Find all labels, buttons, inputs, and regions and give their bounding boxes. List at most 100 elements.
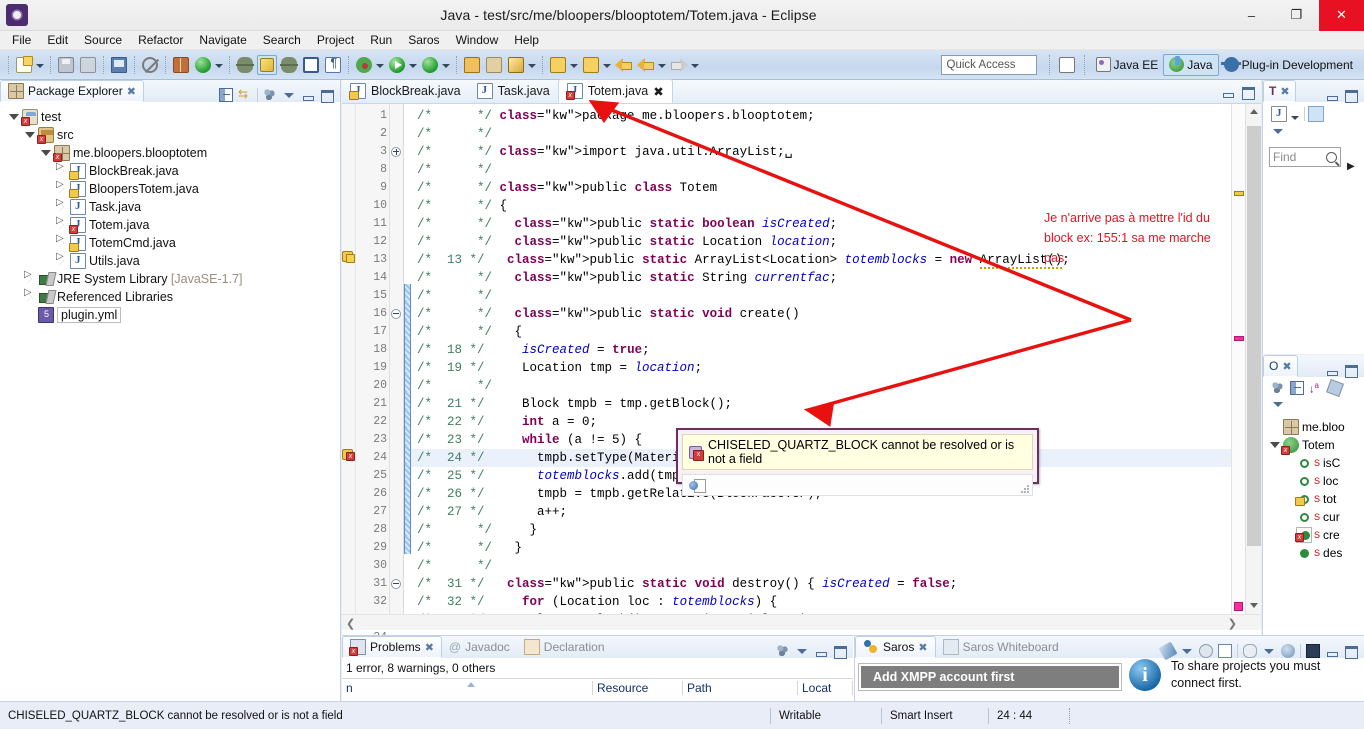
menu-saros[interactable]: Saros	[400, 32, 447, 48]
external-tools-dropdown-icon[interactable]	[441, 55, 450, 75]
menu-navigate[interactable]: Navigate	[191, 32, 254, 48]
code-line[interactable]: /* */ }	[411, 539, 1231, 557]
minimize-view-icon[interactable]	[1325, 88, 1339, 102]
new-wizard-dropdown-icon[interactable]	[35, 55, 44, 75]
outline-item-des[interactable]: Sdes	[1267, 544, 1364, 562]
expand-arrow-icon[interactable]	[8, 112, 19, 123]
focus-on-active-task-icon[interactable]	[1271, 381, 1285, 395]
close-button[interactable]: ✕	[1319, 0, 1364, 31]
fold-collapse-icon[interactable]	[390, 575, 403, 593]
scroll-up-arrow-icon[interactable]	[1250, 109, 1258, 114]
print-icon[interactable]	[109, 55, 129, 75]
code-line[interactable]: /* */ {	[411, 323, 1231, 341]
preferences-list-icon[interactable]	[1218, 644, 1232, 658]
close-icon[interactable]: ✖	[127, 85, 136, 98]
outline-item-totem[interactable]: x Totem	[1267, 436, 1364, 455]
view-menu-icon[interactable]	[1271, 124, 1285, 138]
collapse-arrow-icon[interactable]	[56, 161, 67, 177]
tree-item-test[interactable]: x test	[4, 108, 340, 126]
menu-search[interactable]: Search	[255, 32, 309, 48]
gutter-warning-marker[interactable]	[342, 248, 355, 266]
view-menu-icon[interactable]	[1271, 397, 1285, 411]
view-menu-icon[interactable]	[282, 88, 296, 102]
code-line[interactable]: /* */ class="kw">public static void crea…	[411, 305, 1231, 323]
open-type-icon[interactable]	[235, 55, 255, 75]
focus-on-active-task-icon[interactable]	[263, 88, 277, 102]
view-menu-icon[interactable]	[795, 644, 809, 658]
maximize-view-icon[interactable]	[320, 88, 334, 103]
back-dropdown-icon[interactable]	[657, 55, 666, 75]
task-find-input[interactable]: Find	[1269, 147, 1341, 167]
categorized-presentation-icon[interactable]	[1308, 106, 1324, 122]
menu-run[interactable]: Run	[362, 32, 400, 48]
error-hover-popup[interactable]: CHISELED_QUARTZ_BLOCK cannot be resolved…	[676, 428, 1039, 496]
outline-tree[interactable]: me.bloo x Totem SisC Sloc Stot Scur x Scre Sdes	[1263, 414, 1364, 562]
tab-declaration[interactable]: Declaration	[517, 636, 612, 658]
scroll-left-arrow-icon[interactable]: ❮	[346, 617, 355, 630]
scroll-down-arrow-icon[interactable]	[1250, 603, 1258, 608]
code-line[interactable]: /* 27 */ a++;	[411, 503, 1231, 521]
tree-item-task-java[interactable]: Task.java	[4, 197, 340, 216]
editor-annotation-ruler[interactable]: x	[342, 104, 356, 614]
tree-item-utils-java[interactable]: Utils.java	[4, 251, 340, 270]
problems-column-location[interactable]: Locat	[798, 681, 853, 695]
gutter-error-marker[interactable]: x	[342, 446, 355, 464]
link-with-editor-icon[interactable]: ⇆	[238, 88, 252, 102]
code-line[interactable]: /* */	[411, 125, 1231, 143]
scheduled-presentation-icon[interactable]	[1327, 106, 1343, 122]
new-wizard-icon[interactable]	[14, 55, 34, 75]
add-contact-icon[interactable]	[1199, 644, 1213, 658]
save-all-icon[interactable]	[78, 55, 98, 75]
new-task-dropdown-icon[interactable]	[1290, 107, 1299, 121]
tree-item-referenced-libraries[interactable]: Referenced Libraries	[4, 287, 340, 306]
overview-error-summary-marker[interactable]	[1234, 602, 1243, 611]
code-line[interactable]: /* */ class="kw">public static String cu…	[411, 269, 1231, 287]
perspective-java[interactable]: Java	[1163, 53, 1219, 76]
tree-item-src[interactable]: x src	[4, 126, 340, 144]
scroll-right-arrow-icon[interactable]: ❯	[1228, 617, 1237, 630]
collapse-all-icon[interactable]	[1290, 381, 1304, 395]
outline-item-cur[interactable]: Scur	[1267, 508, 1364, 526]
new-task-icon[interactable]	[1271, 106, 1287, 122]
open-resource-icon[interactable]	[484, 55, 504, 75]
expand-arrow-icon[interactable]	[1269, 440, 1280, 451]
last-edit-location-icon[interactable]	[614, 55, 634, 75]
tree-item-totem-java[interactable]: x Totem.java	[4, 215, 340, 234]
tab-task-list[interactable]: T ✖	[1263, 80, 1296, 102]
editor-tab-totem[interactable]: x Totem.java ✖	[557, 79, 673, 103]
outline-item-me-bloo[interactable]: me.bloo	[1267, 418, 1364, 436]
search-icon[interactable]	[1326, 151, 1337, 163]
tree-item-blockbreak-java[interactable]: BlockBreak.java	[4, 161, 340, 180]
code-line[interactable]: /* */ class="kw">package me.bloopers.blo…	[411, 107, 1231, 125]
menu-project[interactable]: Project	[309, 32, 362, 48]
minimize-editor-icon[interactable]	[1221, 85, 1235, 99]
tree-item-jre-system-library[interactable]: JRE System Library [JavaSE-1.7]	[4, 269, 340, 288]
minimize-view-icon[interactable]	[814, 644, 828, 658]
code-line[interactable]: /* */ }	[411, 521, 1231, 539]
expand-arrow-icon[interactable]	[24, 130, 35, 141]
menu-source[interactable]: Source	[76, 32, 130, 48]
new-java-class-icon[interactable]	[193, 55, 213, 75]
resize-grip-icon[interactable]	[1021, 485, 1029, 493]
close-icon[interactable]: ✖	[1282, 360, 1291, 373]
run-dropdown-icon[interactable]	[408, 55, 417, 75]
minimize-view-icon[interactable]	[301, 88, 315, 102]
quick-access-input[interactable]: Quick Access	[940, 54, 1037, 75]
fold-expand-icon[interactable]	[390, 143, 403, 161]
maximize-button[interactable]: ❐	[1274, 0, 1319, 31]
outline-item-cre[interactable]: x Scre	[1267, 526, 1364, 544]
open-console-icon[interactable]	[1306, 644, 1320, 658]
open-perspective-icon[interactable]	[1057, 55, 1077, 75]
overview-warning-marker[interactable]	[1234, 191, 1244, 196]
tab-outline[interactable]: O ✖	[1263, 355, 1298, 377]
skip-breakpoints-icon[interactable]	[279, 55, 299, 75]
maximize-editor-icon[interactable]	[1241, 85, 1255, 100]
code-line[interactable]: /* 18 */ isCreated = true;	[411, 341, 1231, 359]
problems-column-description[interactable]: n	[342, 681, 593, 695]
expand-arrow-icon[interactable]	[40, 148, 51, 159]
collapse-arrow-icon[interactable]	[56, 233, 67, 249]
minimize-button[interactable]: –	[1229, 0, 1274, 31]
code-line[interactable]: /* */ class="kw">public class Totem	[411, 179, 1231, 197]
tree-item-totemcmd-java[interactable]: TotemCmd.java	[4, 233, 340, 252]
forward-dropdown-icon[interactable]	[690, 55, 699, 75]
